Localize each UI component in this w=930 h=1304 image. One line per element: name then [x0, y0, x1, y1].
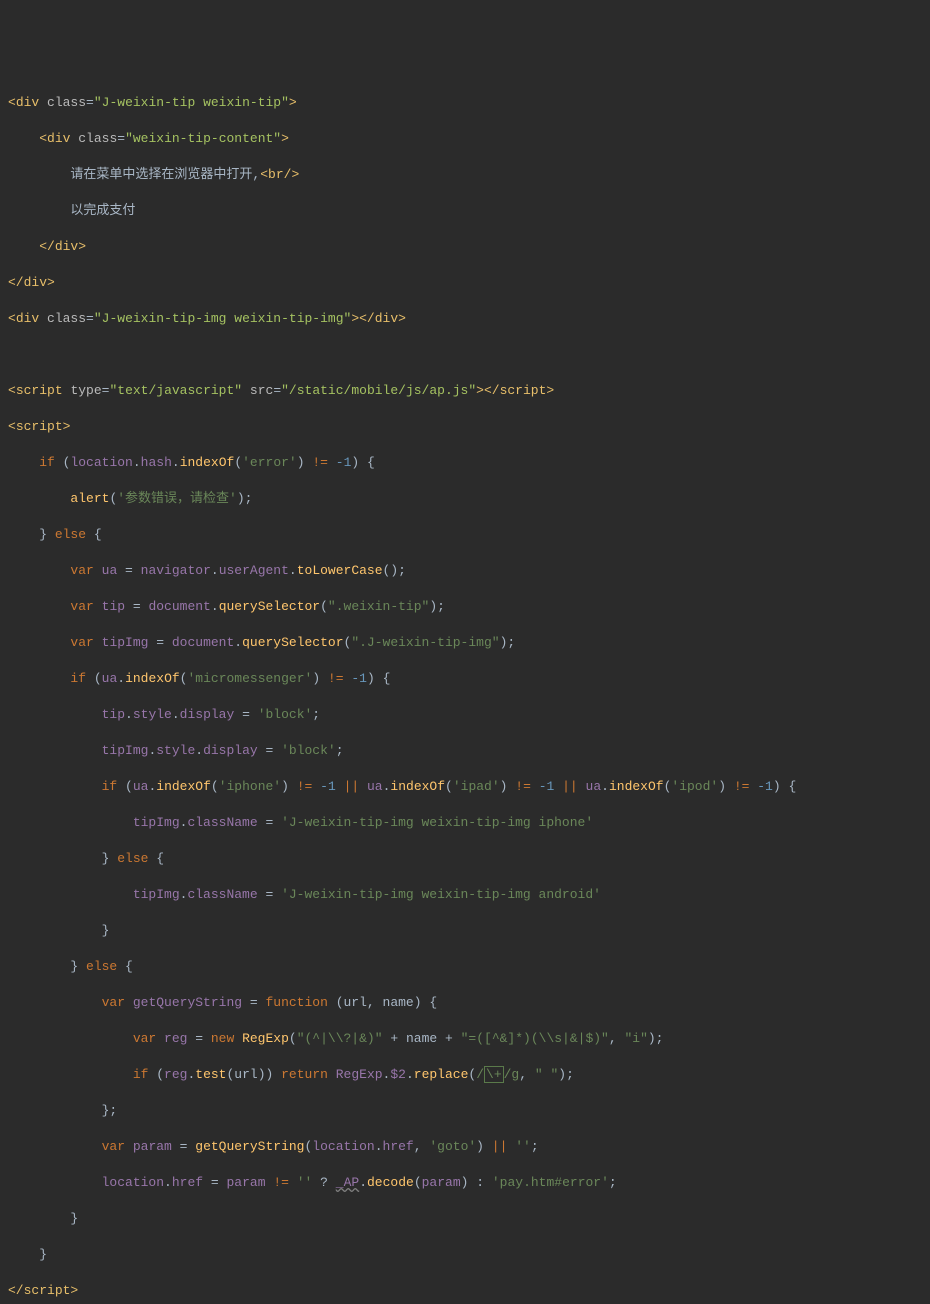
- code-line: } else {: [0, 958, 930, 976]
- code-line: <div class="weixin-tip-content">: [0, 130, 930, 148]
- code-line: </script>: [0, 1282, 930, 1300]
- code-line: if (reg.test(url)) return RegExp.$2.repl…: [0, 1066, 930, 1084]
- code-line: alert('参数错误，请检查');: [0, 490, 930, 508]
- code-line: tipImg.className = 'J-weixin-tip-img wei…: [0, 886, 930, 904]
- code-line: <div class="J-weixin-tip weixin-tip">: [0, 94, 930, 112]
- code-line: if (location.hash.indexOf('error') != -1…: [0, 454, 930, 472]
- code-line: var param = getQueryString(location.href…: [0, 1138, 930, 1156]
- code-line: tipImg.style.display = 'block';: [0, 742, 930, 760]
- code-line: if (ua.indexOf('micromessenger') != -1) …: [0, 670, 930, 688]
- code-line: } else {: [0, 526, 930, 544]
- code-line: }: [0, 922, 930, 940]
- code-line: <script>: [0, 418, 930, 436]
- code-line: tipImg.className = 'J-weixin-tip-img wei…: [0, 814, 930, 832]
- code-line: var reg = new RegExp("(^|\\?|&)" + name …: [0, 1030, 930, 1048]
- code-line: [0, 346, 930, 364]
- code-line: var getQueryString = function (url, name…: [0, 994, 930, 1012]
- code-line: };: [0, 1102, 930, 1120]
- code-line: }: [0, 1210, 930, 1228]
- code-line: tip.style.display = 'block';: [0, 706, 930, 724]
- code-line: </div>: [0, 238, 930, 256]
- code-line: <div class="J-weixin-tip-img weixin-tip-…: [0, 310, 930, 328]
- code-line: } else {: [0, 850, 930, 868]
- code-line: var tip = document.querySelector(".weixi…: [0, 598, 930, 616]
- code-line: </div>: [0, 274, 930, 292]
- code-line: var ua = navigator.userAgent.toLowerCase…: [0, 562, 930, 580]
- code-line: location.href = param != '' ? _AP.decode…: [0, 1174, 930, 1192]
- code-line: <script type="text/javascript" src="/sta…: [0, 382, 930, 400]
- code-editor[interactable]: <div class="J-weixin-tip weixin-tip"> <d…: [0, 76, 930, 1304]
- code-line: 请在菜单中选择在浏览器中打开,<br/>: [0, 166, 930, 184]
- code-line: if (ua.indexOf('iphone') != -1 || ua.ind…: [0, 778, 930, 796]
- code-line: }: [0, 1246, 930, 1264]
- code-line: var tipImg = document.querySelector(".J-…: [0, 634, 930, 652]
- code-line: 以完成支付: [0, 202, 930, 220]
